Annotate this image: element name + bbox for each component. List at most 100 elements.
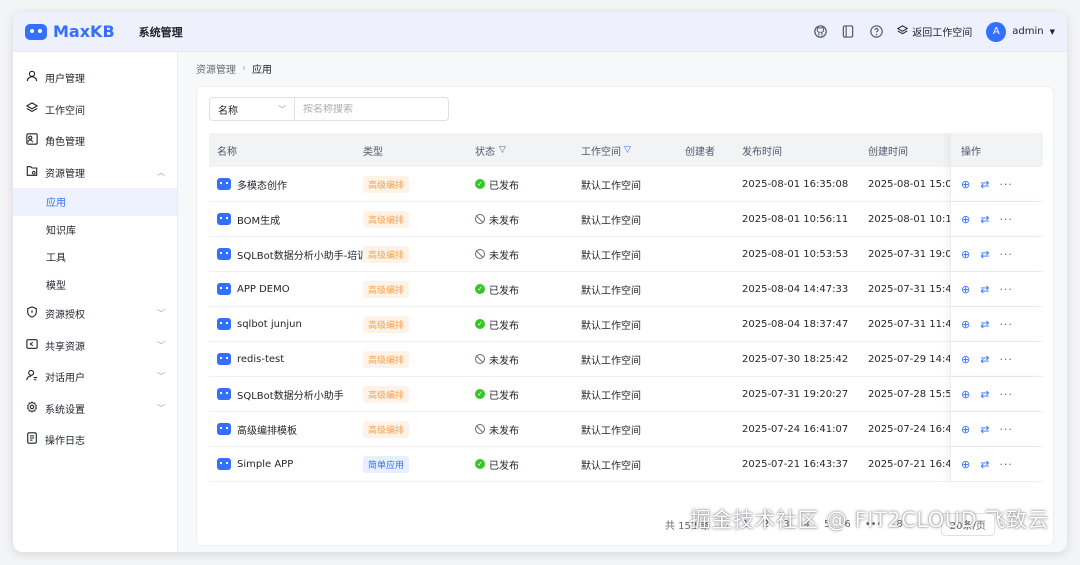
settings-sliders-icon[interactable]: ⇄ <box>980 458 989 471</box>
settings-sliders-icon[interactable]: ⇄ <box>980 423 989 436</box>
app-name[interactable]: BOM生成 <box>237 212 280 227</box>
filter-icon[interactable]: ▽ <box>499 145 506 155</box>
cell-workspace: 默认工作空间 <box>581 320 641 332</box>
add-circle-icon[interactable]: ⊕ <box>961 213 970 226</box>
table-row[interactable]: 多模态创作 高级编排 ✓ 已发布 默认工作空间 2025-08-01 16:35:08 20… <box>209 167 1043 202</box>
table-row[interactable]: SQLBot数据分析小助手-培训 高级编排 未发布 默认工作空间 2025-08-01 … <box>209 237 1043 272</box>
column-header-status: 状态 ▽ <box>475 143 581 158</box>
sidebar-subitem-apps[interactable]: 应用 <box>13 188 177 216</box>
breadcrumb-parent[interactable]: 资源管理 <box>196 61 236 76</box>
help-icon[interactable] <box>869 25 883 39</box>
chevron-down-icon: ﹀ <box>157 403 165 413</box>
settings-sliders-icon[interactable]: ⇄ <box>980 248 989 261</box>
settings-sliders-icon[interactable]: ⇄ <box>980 318 989 331</box>
more-icon[interactable]: ··· <box>999 283 1013 296</box>
logo[interactable]: MaxKB <box>25 22 115 41</box>
sidebar-item-label: 共享资源 <box>45 341 85 353</box>
search-field-select[interactable]: 名称 ﹀ <box>210 98 295 120</box>
chevron-down-icon: ﹀ <box>157 340 165 350</box>
maxkb-logo-icon <box>25 23 47 40</box>
more-icon[interactable]: ··· <box>999 178 1013 191</box>
cell-workspace: 默认工作空间 <box>581 250 641 262</box>
app-name[interactable]: sqlbot junjun <box>237 319 302 330</box>
cell-name: redis-test <box>209 353 363 365</box>
add-circle-icon[interactable]: ⊕ <box>961 283 970 296</box>
status-text: 未发布 <box>489 215 519 227</box>
more-icon[interactable]: ··· <box>999 318 1013 331</box>
sidebar-subitem-models[interactable]: 模型 <box>13 271 177 299</box>
add-circle-icon[interactable]: ⊕ <box>961 178 970 191</box>
chevron-down-icon: ﹀ <box>157 372 165 382</box>
cell-published: 2025-08-01 16:35:08 <box>742 178 849 190</box>
search-input[interactable] <box>295 103 445 115</box>
ban-icon <box>475 214 485 224</box>
app-icon <box>217 388 231 400</box>
add-circle-icon[interactable]: ⊕ <box>961 318 970 331</box>
check-circle-icon: ✓ <box>475 319 485 329</box>
app-name[interactable]: APP DEMO <box>237 284 290 295</box>
sidebar-item-authorization[interactable]: 资源授权 ﹀ <box>13 298 177 330</box>
sidebar: 用户管理 工作空间 角色管理 资源管理 ︿ 应用 知识库 工具 模型 资源授权 … <box>13 52 178 552</box>
cell-type: 高级编排 <box>363 280 475 298</box>
apps-table: 名称 类型 状态 ▽ 工作空间 ▽ 创建者 发布时间 创建时间 操作 多模态创作… <box>209 133 1043 482</box>
add-circle-icon[interactable]: ⊕ <box>961 353 970 366</box>
settings-sliders-icon[interactable]: ⇄ <box>980 388 989 401</box>
more-icon[interactable]: ··· <box>999 458 1013 471</box>
add-circle-icon[interactable]: ⊕ <box>961 423 970 436</box>
sidebar-item-roles[interactable]: 角色管理 <box>13 125 177 157</box>
cell-workspace: 默认工作空间 <box>581 425 641 437</box>
sidebar-item-label: 角色管理 <box>45 137 85 149</box>
sidebar-item-label: 系统设置 <box>45 404 85 416</box>
add-circle-icon[interactable]: ⊕ <box>961 458 970 471</box>
settings-sliders-icon[interactable]: ⇄ <box>980 353 989 366</box>
sidebar-item-settings[interactable]: 系统设置 ﹀ <box>13 393 177 425</box>
app-icon <box>217 283 231 295</box>
table-row[interactable]: BOM生成 高级编排 未发布 默认工作空间 2025-08-01 10:56:11 202… <box>209 202 1043 237</box>
table-row[interactable]: 高级编排模板 高级编排 未发布 默认工作空间 2025-07-24 16:41:07 20… <box>209 412 1043 447</box>
more-icon[interactable]: ··· <box>999 388 1013 401</box>
breadcrumb-current: 应用 <box>252 64 272 76</box>
add-circle-icon[interactable]: ⊕ <box>961 388 970 401</box>
sidebar-item-resources[interactable]: 资源管理 ︿ <box>13 157 177 189</box>
app-name[interactable]: redis-test <box>237 354 284 365</box>
more-icon[interactable]: ··· <box>999 248 1013 261</box>
sidebar-item-logs[interactable]: 操作日志 <box>13 424 177 456</box>
sidebar-item-shared[interactable]: 共享资源 ﹀ <box>13 330 177 362</box>
table-row[interactable]: sqlbot junjun 高级编排 ✓ 已发布 默认工作空间 2025-08-04 18… <box>209 307 1043 342</box>
settings-sliders-icon[interactable]: ⇄ <box>980 213 989 226</box>
cell-actions: ⊕ ⇄ ··· <box>950 447 1043 481</box>
table-row[interactable]: redis-test 高级编排 未发布 默认工作空间 2025-07-30 18:25:… <box>209 342 1043 377</box>
sidebar-item-chat-users[interactable]: 对话用户 ﹀ <box>13 361 177 393</box>
filter-icon[interactable]: ▽ <box>624 145 631 155</box>
sidebar-subitem-tools[interactable]: 工具 <box>13 243 177 271</box>
app-name[interactable]: SQLBot数据分析小助手 <box>237 387 344 402</box>
type-badge: 高级编排 <box>363 385 410 403</box>
settings-sliders-icon[interactable]: ⇄ <box>980 283 989 296</box>
status-text: 已发布 <box>489 285 519 297</box>
top-bar: MaxKB 系统管理 返回工作空间 A admin ▼ <box>13 12 1067 52</box>
settings-sliders-icon[interactable]: ⇄ <box>980 178 989 191</box>
add-circle-icon[interactable]: ⊕ <box>961 248 970 261</box>
table-row[interactable]: APP DEMO 高级编排 ✓ 已发布 默认工作空间 2025-08-04 14:47:3… <box>209 272 1043 307</box>
check-circle-icon: ✓ <box>475 389 485 399</box>
sidebar-item-users[interactable]: 用户管理 <box>13 62 177 94</box>
more-icon[interactable]: ··· <box>999 353 1013 366</box>
app-name[interactable]: Simple APP <box>237 459 293 470</box>
app-name[interactable]: SQLBot数据分析小助手-培训 <box>237 247 363 262</box>
table-row[interactable]: SQLBot数据分析小助手 高级编排 ✓ 已发布 默认工作空间 2025-07-31 19… <box>209 377 1043 412</box>
user-menu[interactable]: A admin ▼ <box>986 21 1055 42</box>
return-workspace-button[interactable]: 返回工作空间 <box>897 24 972 39</box>
table-header: 名称 类型 状态 ▽ 工作空间 ▽ 创建者 发布时间 创建时间 操作 <box>209 133 1043 167</box>
docs-icon[interactable] <box>841 25 855 39</box>
more-icon[interactable]: ··· <box>999 423 1013 436</box>
sidebar-item-workspace[interactable]: 工作空间 <box>13 94 177 126</box>
sidebar-subitem-knowledge[interactable]: 知识库 <box>13 216 177 244</box>
table-row[interactable]: Simple APP 简单应用 ✓ 已发布 默认工作空间 2025-07-21 16:43… <box>209 447 1043 482</box>
github-icon[interactable] <box>813 25 827 39</box>
app-name[interactable]: 多模态创作 <box>237 177 287 192</box>
more-icon[interactable]: ··· <box>999 213 1013 226</box>
app-name[interactable]: 高级编排模板 <box>237 422 297 437</box>
chevron-down-icon: ﹀ <box>278 104 286 114</box>
type-badge: 简单应用 <box>363 455 410 473</box>
search-field-value: 名称 <box>218 105 238 117</box>
